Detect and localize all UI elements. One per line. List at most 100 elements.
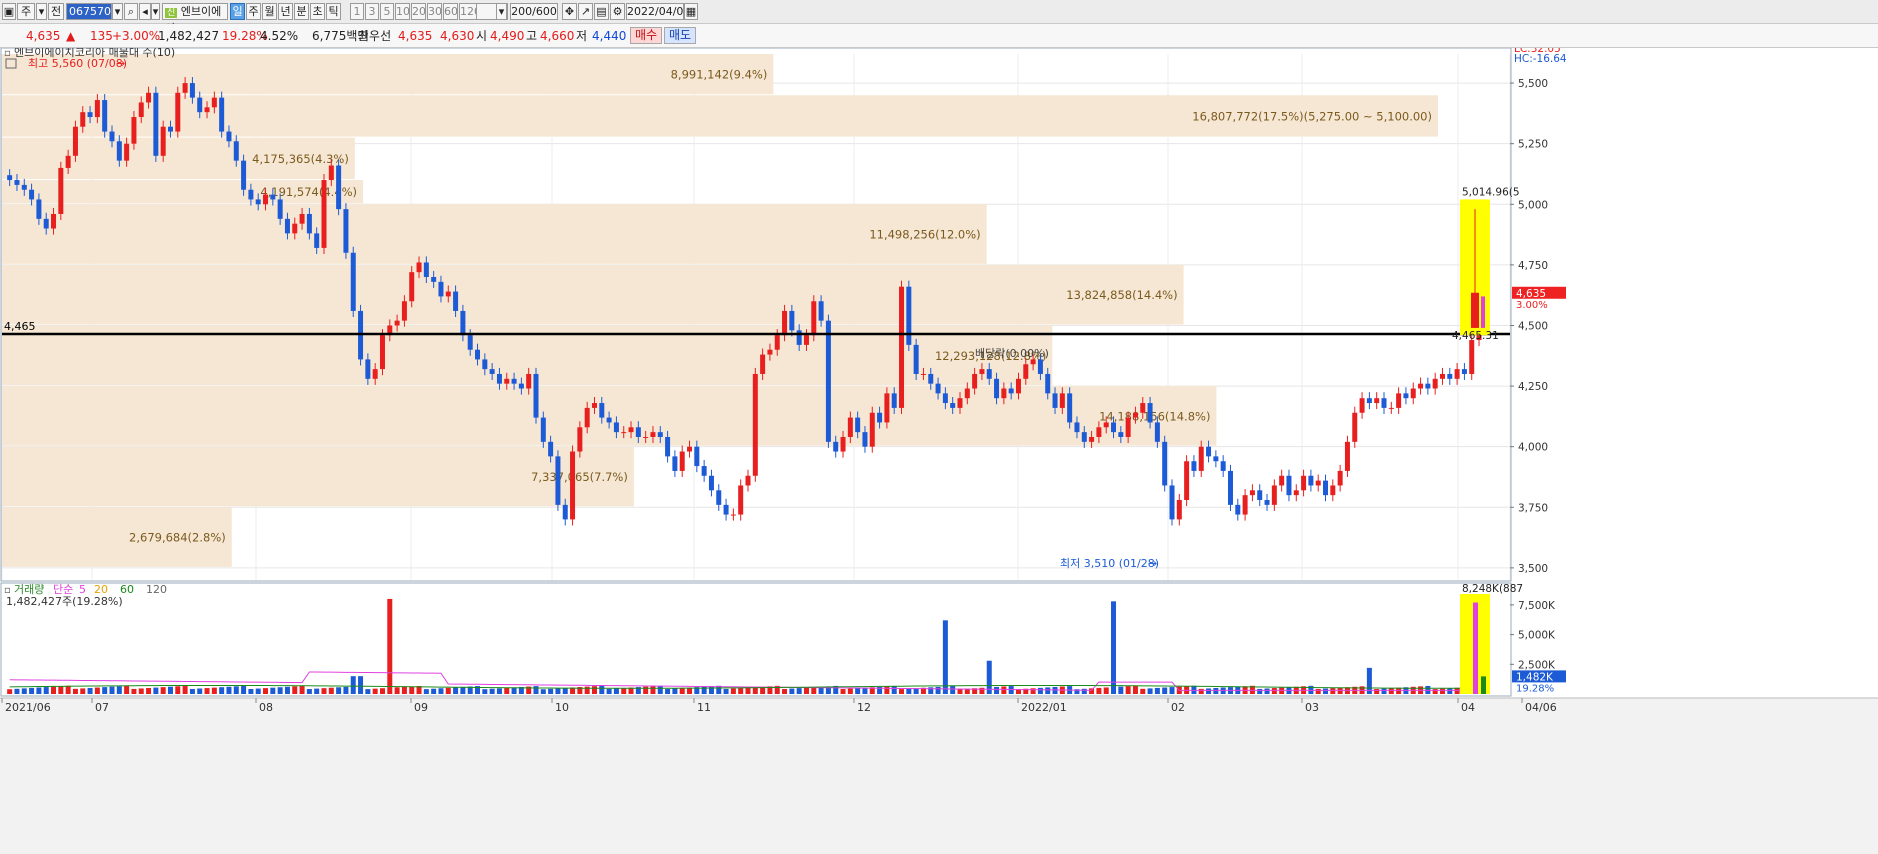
volume-bar (65, 685, 71, 694)
candle-body (526, 373, 532, 389)
sell-button[interactable]: 매도 (664, 27, 696, 44)
candle-body (789, 310, 795, 331)
tab-all[interactable]: 전 (48, 3, 64, 20)
open-label: 시 (476, 29, 488, 43)
period-button[interactable]: 주 (246, 3, 261, 20)
candle-body (409, 272, 415, 302)
candle-body (475, 349, 481, 360)
stock-code-input[interactable]: 067570 (66, 3, 112, 20)
interval-button[interactable]: 20 (411, 3, 426, 20)
candle-body (284, 218, 290, 234)
candle-body (146, 92, 152, 103)
candle-body (263, 194, 269, 205)
stock-name-field[interactable]: 신 엔브이에이 (162, 3, 228, 35)
period-button[interactable]: 년 (278, 3, 293, 20)
period-button[interactable]: 틱 (326, 3, 341, 20)
candle-body (1286, 475, 1292, 496)
volume-bar (621, 687, 627, 694)
volume-bar (284, 686, 290, 694)
volume-bar (548, 688, 554, 694)
candle-body (197, 97, 203, 113)
chevron-down-icon[interactable]: ▾ (112, 3, 123, 20)
candle-body (657, 432, 663, 437)
save-icon[interactable]: ▤ (594, 3, 609, 20)
chevron-down-icon[interactable]: ▾ (36, 3, 47, 20)
candle-body (774, 335, 780, 350)
volume-bar (409, 686, 415, 694)
x-tick-label: 04/06 (1525, 701, 1557, 714)
buy-button[interactable]: 매수 (630, 27, 662, 44)
volume-bar (379, 688, 385, 694)
draw-tool-icon[interactable]: ↗ (578, 3, 593, 20)
date-input[interactable]: 2022/04/06 (626, 3, 690, 20)
period-button[interactable]: 월 (262, 3, 277, 20)
volume-bar (445, 687, 451, 694)
volume-bar (504, 687, 510, 694)
candle-body (467, 335, 473, 350)
price-change-pct: +3.00% (112, 29, 161, 43)
chevron-down-icon[interactable]: ▾ (496, 3, 507, 20)
candle-body (840, 436, 846, 452)
chevron-down-icon[interactable]: ▾ (151, 3, 160, 20)
volume-profile-label: 13,824,858(14.4%) (1066, 288, 1177, 302)
interval-button[interactable]: 10 (395, 3, 410, 20)
candle-body (1015, 378, 1021, 394)
x-tick-label: 10 (555, 701, 569, 714)
candle-body (124, 143, 130, 161)
volume-bar (80, 688, 86, 694)
count-field[interactable]: 200/600 (510, 3, 558, 20)
interval-button[interactable]: 5 (380, 3, 394, 20)
interval-button[interactable]: 60 (443, 3, 458, 20)
period-button[interactable]: 일 (230, 3, 245, 20)
screen-menu-icon[interactable]: ▣ (2, 3, 16, 20)
speaker-icon[interactable]: ◂ (139, 3, 151, 20)
volume-bar (1001, 686, 1007, 694)
candle-body (336, 165, 342, 210)
volume-bar (657, 685, 663, 694)
volume-bar (116, 686, 122, 694)
candle-body (102, 100, 108, 132)
gear-icon[interactable]: ⚙ (610, 3, 625, 20)
candle-body (1439, 373, 1445, 379)
volume-bar (1198, 688, 1204, 694)
volume-bar (138, 688, 144, 694)
candle-body (591, 403, 597, 408)
search-icon[interactable]: ⌕ (124, 3, 138, 20)
candle-body (1037, 359, 1043, 374)
volume-y-tick-label: 7,500K (1518, 600, 1556, 612)
hc-label: HC:-16.64 (1514, 53, 1567, 65)
candle-body (1067, 393, 1073, 423)
volume-bar (58, 686, 64, 694)
tab-type[interactable]: 주 (17, 3, 35, 20)
candle-body (1396, 393, 1402, 408)
chart-area[interactable]: 2,679,684(2.8%) 7,337,065(7.7%) 14,188,156… (0, 48, 1878, 854)
volume-bar (1111, 601, 1117, 694)
candle-body (1388, 407, 1394, 409)
candle-body (1162, 441, 1168, 486)
interval-button[interactable]: 30 (427, 3, 442, 20)
period-button[interactable]: 초 (310, 3, 325, 20)
period-button[interactable]: 분 (294, 3, 309, 20)
calendar-icon[interactable]: ▦ (684, 3, 698, 20)
volume-bar (855, 688, 861, 694)
volume-bar (782, 688, 788, 694)
volume-bar (643, 686, 649, 694)
candle-body (1184, 461, 1190, 501)
y-tick-label: 3,500 (1518, 563, 1548, 575)
interval-button[interactable]: 1 (350, 3, 364, 20)
volume-sub-label: 1,482,427주(19.28%) (6, 595, 123, 608)
cross-arrows-icon[interactable]: ✥ (562, 3, 577, 20)
ma-label: 4,465.31 (1452, 330, 1499, 342)
interval-button[interactable]: 3 (365, 3, 379, 20)
candle-body (1074, 422, 1080, 433)
candle-body (1140, 403, 1146, 413)
volume-bar (650, 686, 656, 694)
volume-bar (745, 687, 751, 694)
volume-bar (255, 688, 261, 694)
candle-body (1103, 422, 1109, 428)
candle-body (1271, 485, 1277, 505)
candle-body (489, 369, 495, 374)
candle-body (562, 504, 568, 520)
bid-price: 4,630 (440, 29, 475, 43)
x-tick-label: 04 (1461, 701, 1475, 714)
